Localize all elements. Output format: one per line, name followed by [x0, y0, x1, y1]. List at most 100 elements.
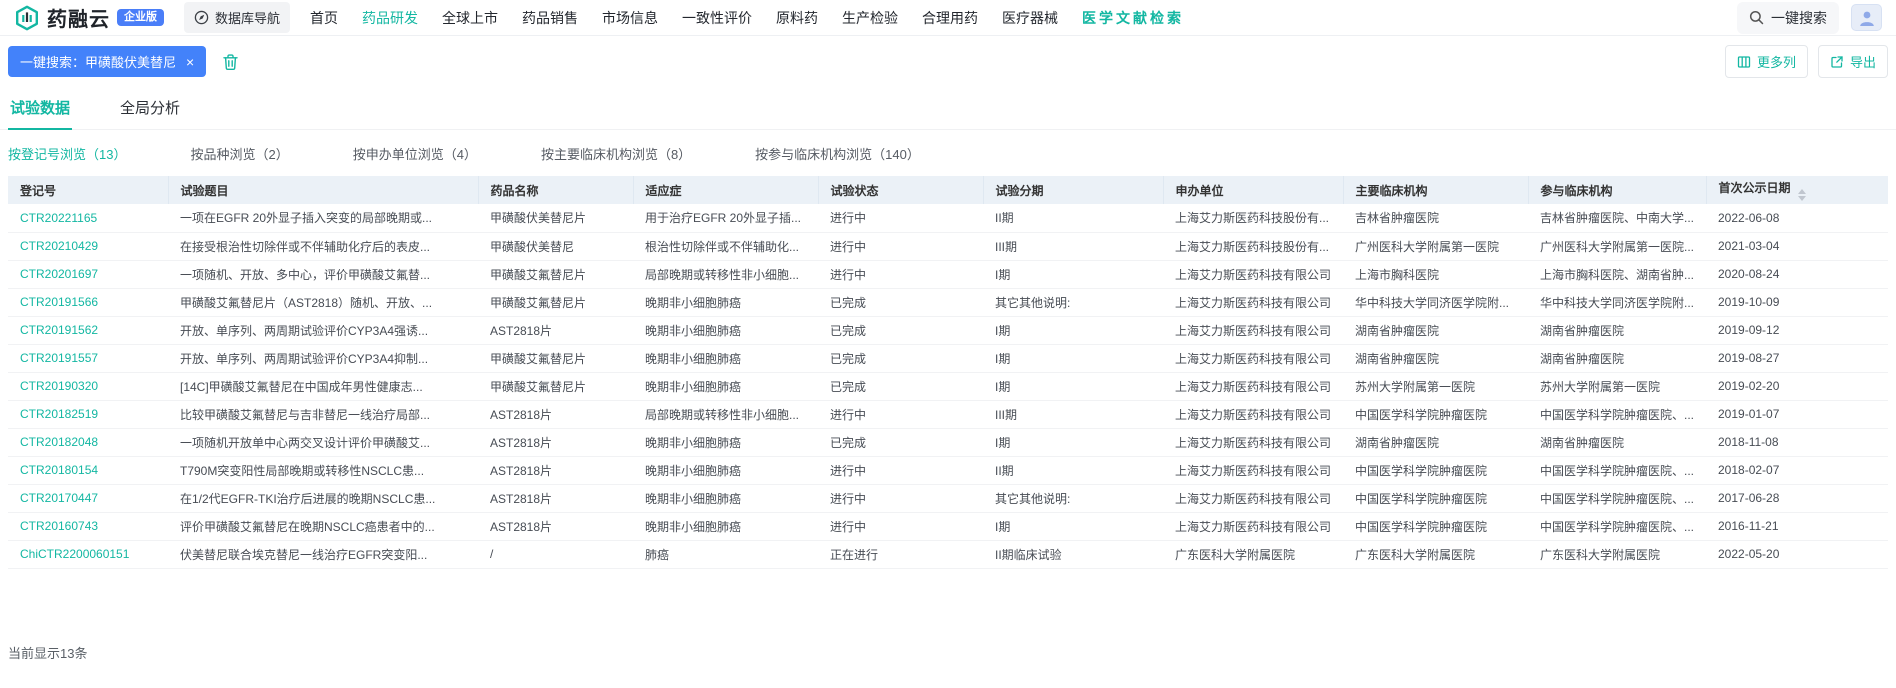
nav-item-drug-rd[interactable]: 药品研发: [362, 8, 418, 28]
filter-left: 一键搜索：甲磺酸伏美替尼 ×: [8, 46, 239, 77]
cell-primary-institution: 吉林省肿瘤医院: [1343, 204, 1528, 232]
cell-trial-phase: II期临床试验: [983, 540, 1163, 568]
cell-sponsor: 上海艾力斯医药科技有限公司: [1163, 428, 1343, 456]
col-header-label: 登记号: [20, 184, 56, 198]
cell-drug-name: AST2818片: [478, 512, 633, 540]
cell-primary-institution: 湖南省肿瘤医院: [1343, 316, 1528, 344]
sort-icon[interactable]: [1798, 189, 1806, 201]
cell-drug-name: AST2818片: [478, 428, 633, 456]
cell-participating-institutions: 广东医科大学附属医院: [1528, 540, 1706, 568]
registration-link[interactable]: CTR20170447: [20, 491, 98, 505]
global-search-button[interactable]: 一键搜索: [1737, 2, 1839, 34]
more-columns-label: 更多列: [1757, 52, 1796, 71]
registration-link[interactable]: CTR20190320: [20, 379, 98, 393]
tag-close-icon[interactable]: ×: [186, 55, 194, 69]
col-header-label: 试验题目: [181, 184, 229, 198]
trash-icon: [222, 53, 239, 71]
nav-item-consistency-eval[interactable]: 一致性评价: [682, 8, 752, 28]
cell-trial-title: 比较甲磺酸艾氟替尼与吉非替尼一线治疗局部...: [168, 400, 478, 428]
nav-item-medical-literature[interactable]: 医学文献检索: [1082, 8, 1184, 28]
registration-link[interactable]: ChiCTR2200060151: [20, 547, 129, 561]
cell-trial-phase: I期: [983, 428, 1163, 456]
registration-link[interactable]: CTR20191562: [20, 323, 98, 337]
database-nav-button[interactable]: 数据库导航: [184, 2, 290, 33]
cell-trial-status: 进行中: [818, 204, 983, 232]
cell-trial-phase: I期: [983, 372, 1163, 400]
col-header-primary-institution: 主要临床机构: [1343, 176, 1528, 204]
tab-trial-data[interactable]: 试验数据: [8, 87, 72, 130]
nav-item-rational-use[interactable]: 合理用药: [922, 8, 978, 28]
clear-filters-button[interactable]: [222, 53, 239, 71]
table-row: CTR20170447在1/2代EGFR-TKI治疗后进展的晚期NSCLC患..…: [8, 484, 1888, 512]
cell-trial-title: 开放、单序列、两周期试验评价CYP3A4强诱...: [168, 316, 478, 344]
cell-trial-phase: III期: [983, 400, 1163, 428]
nav-item-drug-sales[interactable]: 药品销售: [522, 8, 578, 28]
navigation-icon: [194, 10, 209, 25]
browse-link-by-participating-institution[interactable]: 按参与临床机构浏览（140）: [755, 144, 920, 163]
cell-trial-title: 一项随机、开放、多中心，评价甲磺酸艾氟替...: [168, 260, 478, 288]
cell-indication: 晚期非小细胞肺癌: [633, 344, 818, 372]
browse-link-by-variety[interactable]: 按品种浏览（2）: [190, 144, 288, 163]
nav-item-global-listed[interactable]: 全球上市: [442, 8, 498, 28]
col-header-label: 申办单位: [1176, 184, 1224, 198]
browse-links: 按登记号浏览（13） 按品种浏览（2） 按申办单位浏览（4） 按主要临床机构浏览（8）…: [0, 130, 1896, 176]
table-row: CTR20191562开放、单序列、两周期试验评价CYP3A4强诱...AST2…: [8, 316, 1888, 344]
cell-first-publicity-date: 2021-03-04: [1706, 232, 1888, 260]
nav-item-home[interactable]: 首页: [310, 8, 338, 28]
table-row: CTR20191557开放、单序列、两周期试验评价CYP3A4抑制...甲磺酸艾…: [8, 344, 1888, 372]
cell-first-publicity-date: 2019-02-20: [1706, 372, 1888, 400]
cell-registration-no: CTR20191562: [8, 316, 168, 344]
cell-drug-name: 甲磺酸艾氟替尼片: [478, 344, 633, 372]
registration-link[interactable]: CTR20201697: [20, 267, 98, 281]
more-columns-button[interactable]: 更多列: [1725, 45, 1808, 78]
registration-link[interactable]: CTR20182048: [20, 435, 98, 449]
cell-indication: 晚期非小细胞肺癌: [633, 428, 818, 456]
registration-link[interactable]: CTR20180154: [20, 463, 98, 477]
cell-sponsor: 上海艾力斯医药科技有限公司: [1163, 316, 1343, 344]
result-count: 当前显示13条: [0, 643, 1896, 662]
cell-trial-status: 进行中: [818, 400, 983, 428]
nav-item-api[interactable]: 原料药: [776, 8, 818, 28]
table-row: CTR20221165一项在EGFR 20外显子插入突变的局部晚期或...甲磺酸…: [8, 204, 1888, 232]
cell-trial-title: T790M突变阳性局部晚期或转移性NSCLC患...: [168, 456, 478, 484]
search-filter-tag: 一键搜索：甲磺酸伏美替尼 ×: [8, 46, 206, 77]
user-icon: [1857, 9, 1877, 27]
registration-link[interactable]: CTR20210429: [20, 239, 98, 253]
browse-link-by-registration[interactable]: 按登记号浏览（13）: [8, 144, 126, 163]
registration-link[interactable]: CTR20221165: [20, 211, 97, 225]
nav-item-medical-devices[interactable]: 医疗器械: [1002, 8, 1058, 28]
brand[interactable]: 药融云 企业版: [14, 3, 164, 32]
user-avatar[interactable]: [1851, 4, 1882, 31]
nav-item-production-inspection[interactable]: 生产检验: [842, 8, 898, 28]
database-nav-label: 数据库导航: [215, 8, 280, 27]
export-button[interactable]: 导出: [1818, 45, 1888, 78]
browse-link-by-sponsor[interactable]: 按申办单位浏览（4）: [353, 144, 477, 163]
cell-primary-institution: 中国医学科学院肿瘤医院: [1343, 512, 1528, 540]
registration-link[interactable]: CTR20182519: [20, 407, 98, 421]
cell-trial-title: 伏美替尼联合埃克替尼一线治疗EGFR突变阳...: [168, 540, 478, 568]
tab-global-analysis[interactable]: 全局分析: [118, 87, 182, 130]
col-header-first-publicity-date[interactable]: 首次公示日期: [1706, 176, 1888, 204]
registration-link[interactable]: CTR20160743: [20, 519, 98, 533]
col-header-label: 主要临床机构: [1356, 184, 1428, 198]
columns-icon: [1737, 55, 1751, 69]
browse-link-by-primary-institution[interactable]: 按主要临床机构浏览（8）: [541, 144, 691, 163]
cell-trial-status: 正在进行: [818, 540, 983, 568]
cell-registration-no: ChiCTR2200060151: [8, 540, 168, 568]
table-body: CTR20221165一项在EGFR 20外显子插入突变的局部晚期或...甲磺酸…: [8, 204, 1888, 568]
registration-link[interactable]: CTR20191566: [20, 295, 98, 309]
cell-drug-name: 甲磺酸艾氟替尼片: [478, 288, 633, 316]
cell-primary-institution: 湖南省肿瘤医院: [1343, 344, 1528, 372]
cell-registration-no: CTR20210429: [8, 232, 168, 260]
cell-trial-status: 已完成: [818, 428, 983, 456]
registration-link[interactable]: CTR20191557: [20, 351, 98, 365]
cell-first-publicity-date: 2017-06-28: [1706, 484, 1888, 512]
cell-participating-institutions: 苏州大学附属第一医院: [1528, 372, 1706, 400]
cell-primary-institution: 广州医科大学附属第一医院: [1343, 232, 1528, 260]
nav-item-market-info[interactable]: 市场信息: [602, 8, 658, 28]
cell-first-publicity-date: 2019-09-12: [1706, 316, 1888, 344]
cell-participating-institutions: 湖南省肿瘤医院: [1528, 344, 1706, 372]
col-header-label: 首次公示日期: [1719, 181, 1791, 195]
cell-participating-institutions: 中国医学科学院肿瘤医院、...: [1528, 400, 1706, 428]
cell-indication: 根治性切除伴或不伴辅助化...: [633, 232, 818, 260]
